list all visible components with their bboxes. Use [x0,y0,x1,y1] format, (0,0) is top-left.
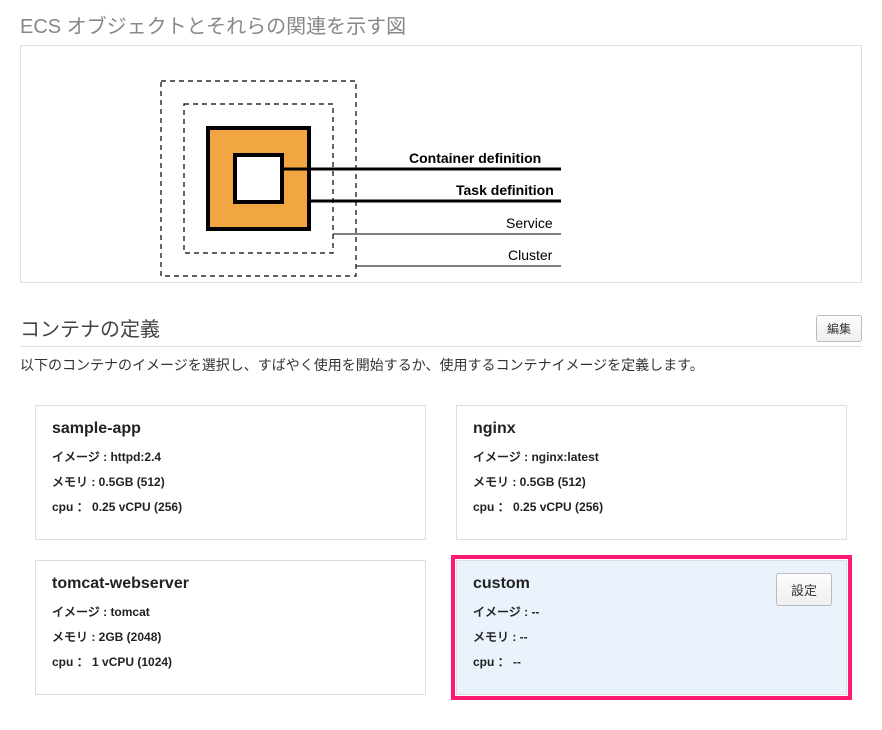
card-image-label: イメージ : [52,450,110,464]
card-image-row: イメージ : tomcat [52,603,409,620]
card-memory-label: メモリ : [52,475,99,489]
card-memory-value: 0.5GB (512) [99,475,165,489]
diagram-title: ECS オブジェクトとそれらの関連を示す図 [20,0,862,45]
label-service: Service [506,215,553,231]
container-section-desc: 以下のコンテナのイメージを選択し、すばやく使用を開始するか、使用するコンテナイメ… [20,355,862,375]
card-cpu-label: cpu ： [473,500,513,514]
card-cpu-value: 1 vCPU (1024) [92,655,172,669]
card-title: nginx [473,420,830,438]
card-title: sample-app [52,420,409,438]
card-memory-value: 2GB (2048) [99,630,162,644]
card-cpu-row: cpu ： -- [473,653,830,670]
card-cpu-label: cpu ： [473,655,513,669]
label-cluster: Cluster [508,247,553,263]
container-card-sample-app[interactable]: sample-app イメージ : httpd:2.4 メモリ : 0.5GB (5… [35,405,426,540]
card-memory-row: メモリ : 0.5GB (512) [473,473,830,490]
card-memory-row: メモリ : 0.5GB (512) [52,473,409,490]
container-card-nginx[interactable]: nginx イメージ : nginx:latest メモリ : 0.5GB (512… [456,405,847,540]
container-section-title: コンテナの定義 [20,313,160,342]
card-image-label: イメージ : [52,605,110,619]
container-card-tomcat-webserver[interactable]: tomcat-webserver イメージ : tomcat メモリ : 2GB (… [35,560,426,695]
card-memory-row: メモリ : 2GB (2048) [52,628,409,645]
card-image-row: イメージ : nginx:latest [473,448,830,465]
card-image-value: -- [531,605,539,619]
card-cpu-row: cpu ： 0.25 vCPU (256) [473,498,830,515]
card-image-value: httpd:2.4 [110,450,161,464]
card-memory-value: -- [520,630,528,644]
container-card-custom[interactable]: custom設定イメージ : --メモリ : --cpu ： -- [456,560,847,695]
card-memory-label: メモリ : [473,475,520,489]
card-memory-label: メモリ : [52,630,99,644]
ecs-diagram-panel: Container definition Task definition Ser… [20,45,862,283]
label-task-definition: Task definition [456,182,554,198]
card-image-label: イメージ : [473,450,531,464]
card-image-label: イメージ : [473,605,531,619]
card-title: tomcat-webserver [52,575,409,593]
card-memory-label: メモリ : [473,630,520,644]
card-image-value: nginx:latest [531,450,598,464]
ecs-diagram-svg: Container definition Task definition Ser… [21,46,863,284]
settings-button[interactable]: 設定 [776,573,832,606]
card-cpu-value: -- [513,655,521,669]
card-memory-value: 0.5GB (512) [520,475,586,489]
card-cpu-value: 0.25 vCPU (256) [92,500,182,514]
edit-button[interactable]: 編集 [816,315,862,342]
card-cpu-label: cpu ： [52,500,92,514]
card-memory-row: メモリ : -- [473,628,830,645]
label-container-definition: Container definition [409,150,541,166]
card-cpu-row: cpu ： 0.25 vCPU (256) [52,498,409,515]
card-cpu-label: cpu ： [52,655,92,669]
card-image-value: tomcat [110,605,149,619]
card-cpu-row: cpu ： 1 vCPU (1024) [52,653,409,670]
container-cards-grid: sample-app イメージ : httpd:2.4 メモリ : 0.5GB (5… [20,405,862,695]
divider [20,346,862,347]
card-image-row: イメージ : httpd:2.4 [52,448,409,465]
card-cpu-value: 0.25 vCPU (256) [513,500,603,514]
